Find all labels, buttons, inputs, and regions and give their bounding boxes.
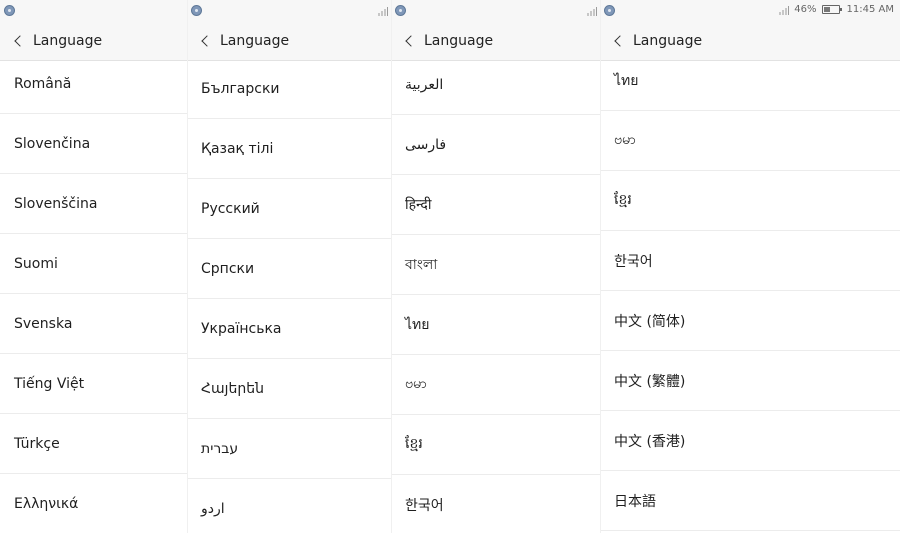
- language-list: Română Slovenčina Slovenščina Suomi Sven…: [0, 54, 187, 533]
- language-item[interactable]: ខ្មែរ: [391, 415, 600, 475]
- language-item[interactable]: ไทย: [391, 295, 600, 355]
- language-item[interactable]: বাংলা: [391, 235, 600, 295]
- language-list: ไทย ဗမာ ខ្មែរ 한국어 中文 (简体) 中文 (繁體) 中文 (香港…: [600, 51, 900, 531]
- language-screen-4: 46% 11:45 AM Language ไทย ဗမာ ខ្មែរ 한국어 …: [600, 0, 900, 533]
- status-bar: [187, 0, 391, 22]
- page-title: Language: [633, 33, 703, 49]
- language-item[interactable]: Български: [187, 59, 391, 119]
- language-screen-2: Language Български Қазақ тілі Русский Ср…: [187, 0, 391, 533]
- language-item[interactable]: Հայերեն: [187, 359, 391, 419]
- language-item[interactable]: Slovenčina: [0, 114, 187, 174]
- page-title: Language: [220, 33, 290, 49]
- language-item[interactable]: 中文 (简体): [600, 291, 900, 351]
- language-item[interactable]: فارسی: [391, 115, 600, 175]
- language-item[interactable]: Українська: [187, 299, 391, 359]
- panel-divider: [391, 0, 392, 533]
- panel-divider: [187, 0, 188, 533]
- battery-percent: 46%: [794, 4, 817, 15]
- back-button[interactable]: Language: [187, 22, 391, 61]
- chevron-left-icon[interactable]: [14, 35, 26, 47]
- language-item[interactable]: اردو: [187, 479, 391, 533]
- language-item[interactable]: हिन्दी: [391, 175, 600, 235]
- language-item[interactable]: Suomi: [0, 234, 187, 294]
- chevron-left-icon[interactable]: [405, 35, 417, 47]
- language-item[interactable]: Svenska: [0, 294, 187, 354]
- language-item[interactable]: ဗမာ: [391, 355, 600, 415]
- panel-divider: [600, 0, 601, 533]
- language-item[interactable]: 한국어: [600, 231, 900, 291]
- chevron-left-icon[interactable]: [614, 35, 626, 47]
- page-title: Language: [33, 33, 103, 49]
- language-item[interactable]: עברית: [187, 419, 391, 479]
- page-title: Language: [424, 33, 494, 49]
- language-screen-3: Language العربية فارسی हिन्दी বাংলা ไทย …: [391, 0, 600, 533]
- language-item[interactable]: Română: [0, 54, 187, 114]
- language-item[interactable]: ไทย: [600, 51, 900, 111]
- status-bar: [391, 0, 600, 22]
- language-item[interactable]: Slovenščina: [0, 174, 187, 234]
- language-item[interactable]: Ελληνικά: [0, 474, 187, 533]
- language-item[interactable]: Српски: [187, 239, 391, 299]
- language-item[interactable]: 日本語: [600, 471, 900, 531]
- signal-icon: [779, 5, 790, 15]
- language-list: Български Қазақ тілі Русский Српски Укра…: [187, 59, 391, 533]
- battery-icon: [821, 5, 842, 14]
- language-item[interactable]: 한국어: [391, 475, 600, 533]
- app-notification-icon: [604, 5, 615, 16]
- language-list: العربية فارسی हिन्दी বাংলা ไทย ဗမာ ខ្មែរ…: [391, 55, 600, 533]
- app-notification-icon: [4, 5, 15, 16]
- signal-icon: [378, 6, 388, 16]
- language-item[interactable]: ဗမာ: [600, 111, 900, 171]
- language-item[interactable]: 中文 (繁體): [600, 351, 900, 411]
- signal-icon: [587, 6, 597, 16]
- language-item[interactable]: 中文 (香港): [600, 411, 900, 471]
- language-item[interactable]: ខ្មែរ: [600, 171, 900, 231]
- clock: 11:45 AM: [846, 4, 894, 15]
- language-item[interactable]: Русский: [187, 179, 391, 239]
- app-notification-icon: [191, 5, 202, 16]
- app-notification-icon: [395, 5, 406, 16]
- language-item[interactable]: Türkçe: [0, 414, 187, 474]
- language-item[interactable]: Tiếng Việt: [0, 354, 187, 414]
- status-bar: [0, 0, 187, 22]
- status-indicators: 46% 11:45 AM: [779, 4, 894, 15]
- language-item[interactable]: Қазақ тілі: [187, 119, 391, 179]
- language-screen-1: Language Română Slovenčina Slovenščina S…: [0, 0, 187, 533]
- language-item[interactable]: العربية: [391, 55, 600, 115]
- status-bar: 46% 11:45 AM: [600, 0, 900, 22]
- chevron-left-icon[interactable]: [201, 35, 213, 47]
